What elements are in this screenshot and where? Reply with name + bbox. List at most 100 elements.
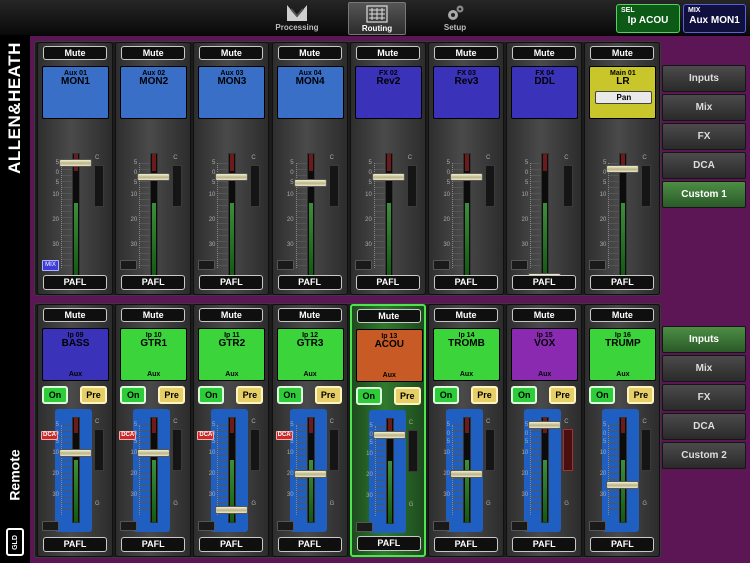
side-tab-fx[interactable]: FX (662, 123, 746, 150)
pafl-button[interactable]: PAFL (199, 537, 264, 552)
selected-mix-indicator[interactable]: MIX Aux MON1 (683, 4, 746, 33)
fader-track[interactable] (228, 153, 237, 277)
fader-cap[interactable] (606, 480, 640, 489)
channel-name-box[interactable]: FX 04 DDL (511, 66, 579, 119)
side-tab-inputs[interactable]: Inputs (662, 65, 746, 92)
pafl-button[interactable]: PAFL (277, 537, 342, 552)
mute-button[interactable]: Mute (277, 308, 342, 322)
side-tab-custom-2[interactable]: Custom 2 (662, 442, 746, 469)
pan-button[interactable]: Pan (595, 91, 653, 104)
mute-button[interactable]: Mute (355, 46, 420, 60)
pafl-button[interactable]: PAFL (121, 537, 186, 552)
channel-name-box[interactable]: Aux 02 MON2 (120, 66, 188, 119)
pafl-button[interactable]: PAFL (43, 275, 107, 290)
fader-track[interactable] (384, 153, 393, 277)
pafl-button[interactable]: PAFL (512, 275, 577, 290)
fader-track[interactable] (150, 153, 159, 277)
fader-cap[interactable] (137, 449, 171, 458)
fader-track[interactable] (463, 153, 471, 277)
mute-button[interactable]: Mute (434, 46, 498, 60)
mute-button[interactable]: Mute (43, 46, 107, 60)
fader-track[interactable] (541, 417, 550, 523)
pafl-button[interactable]: PAFL (355, 275, 420, 290)
pre-button[interactable]: Pre (627, 386, 655, 404)
fader-cap[interactable] (293, 470, 327, 479)
pafl-button[interactable]: PAFL (199, 275, 264, 290)
mute-button[interactable]: Mute (277, 46, 342, 60)
channel-name-box[interactable]: Ip 09 BASS Aux (42, 328, 109, 381)
mute-button[interactable]: Mute (121, 308, 186, 322)
fader-track[interactable] (541, 153, 550, 277)
fader-cap[interactable] (528, 421, 562, 430)
fader-cap[interactable] (371, 172, 405, 181)
selected-channel-indicator[interactable]: SEL Ip ACOU (616, 4, 680, 33)
channel-name-box[interactable]: FX 03 Rev3 (433, 66, 500, 119)
side-tab-inputs[interactable]: Inputs (662, 326, 746, 353)
tab-setup[interactable]: Setup (426, 2, 484, 35)
on-button[interactable]: On (120, 386, 147, 404)
on-button[interactable]: On (511, 386, 538, 404)
pafl-button[interactable]: PAFL (356, 536, 421, 551)
side-tab-mix[interactable]: Mix (662, 355, 746, 382)
channel-name-box[interactable]: FX 02 Rev2 (354, 66, 422, 119)
fader-cap[interactable] (450, 470, 483, 479)
mute-button[interactable]: Mute (434, 308, 498, 322)
mute-button[interactable]: Mute (512, 308, 577, 322)
pre-button[interactable]: Pre (236, 386, 264, 404)
channel-name-box[interactable]: Aux 03 MON3 (198, 66, 266, 119)
pafl-button[interactable]: PAFL (590, 275, 655, 290)
on-button[interactable]: On (198, 386, 225, 404)
side-tab-dca[interactable]: DCA (662, 152, 746, 179)
pre-button[interactable]: Pre (80, 386, 107, 404)
pafl-button[interactable]: PAFL (590, 537, 655, 552)
channel-name-box[interactable]: Ip 12 GTR3 Aux (276, 328, 344, 381)
fader-track[interactable] (306, 153, 315, 277)
pafl-button[interactable]: PAFL (434, 275, 498, 290)
mute-button[interactable]: Mute (199, 46, 264, 60)
mute-button[interactable]: Mute (590, 308, 655, 322)
side-tab-mix[interactable]: Mix (662, 94, 746, 121)
channel-name-box[interactable]: Ip 15 VOX Aux (511, 328, 579, 381)
pafl-button[interactable]: PAFL (43, 537, 107, 552)
on-button[interactable]: On (42, 386, 68, 404)
side-tab-fx[interactable]: FX (662, 384, 746, 411)
fader-cap[interactable] (293, 178, 327, 187)
mute-button[interactable]: Mute (121, 46, 186, 60)
on-button[interactable]: On (433, 386, 459, 404)
fader-track[interactable] (150, 417, 159, 523)
channel-name-box[interactable]: Aux 04 MON4 (276, 66, 344, 119)
fader-cap[interactable] (215, 506, 249, 515)
pafl-button[interactable]: PAFL (512, 537, 577, 552)
fader-track[interactable] (72, 153, 80, 277)
side-tab-custom-1[interactable]: Custom 1 (662, 181, 746, 208)
fader-cap[interactable] (215, 172, 249, 181)
fader-cap[interactable] (372, 430, 406, 439)
channel-name-box[interactable]: Ip 10 GTR1 Aux (120, 328, 188, 381)
tab-routing[interactable]: Routing (348, 2, 406, 35)
side-tab-dca[interactable]: DCA (662, 413, 746, 440)
fader-cap[interactable] (137, 172, 171, 181)
tab-processing[interactable]: Processing (268, 2, 326, 35)
mute-button[interactable]: Mute (43, 308, 107, 322)
on-button[interactable]: On (355, 387, 382, 405)
fader-cap[interactable] (606, 164, 640, 173)
pre-button[interactable]: Pre (158, 386, 186, 404)
channel-name-box[interactable]: Aux 01 MON1 (42, 66, 109, 119)
channel-name-box[interactable]: Ip 16 TRUMP Aux (589, 328, 657, 381)
mute-button[interactable]: Mute (590, 46, 655, 60)
pre-button[interactable]: Pre (549, 386, 577, 404)
channel-name-box[interactable]: Main 01 LR Pan (589, 66, 657, 119)
pre-button[interactable]: Pre (471, 386, 498, 404)
pafl-button[interactable]: PAFL (277, 275, 342, 290)
fader-track[interactable] (619, 417, 628, 523)
fader-cap[interactable] (59, 449, 92, 458)
fader-cap[interactable] (450, 172, 483, 181)
channel-name-box[interactable]: Ip 14 TROMB Aux (433, 328, 500, 381)
pafl-button[interactable]: PAFL (434, 537, 498, 552)
mute-button[interactable]: Mute (199, 308, 264, 322)
on-button[interactable]: On (589, 386, 616, 404)
on-button[interactable]: On (276, 386, 303, 404)
pafl-button[interactable]: PAFL (121, 275, 186, 290)
pre-button[interactable]: Pre (314, 386, 342, 404)
channel-name-box[interactable]: Ip 13 ACOU Aux (355, 329, 423, 382)
